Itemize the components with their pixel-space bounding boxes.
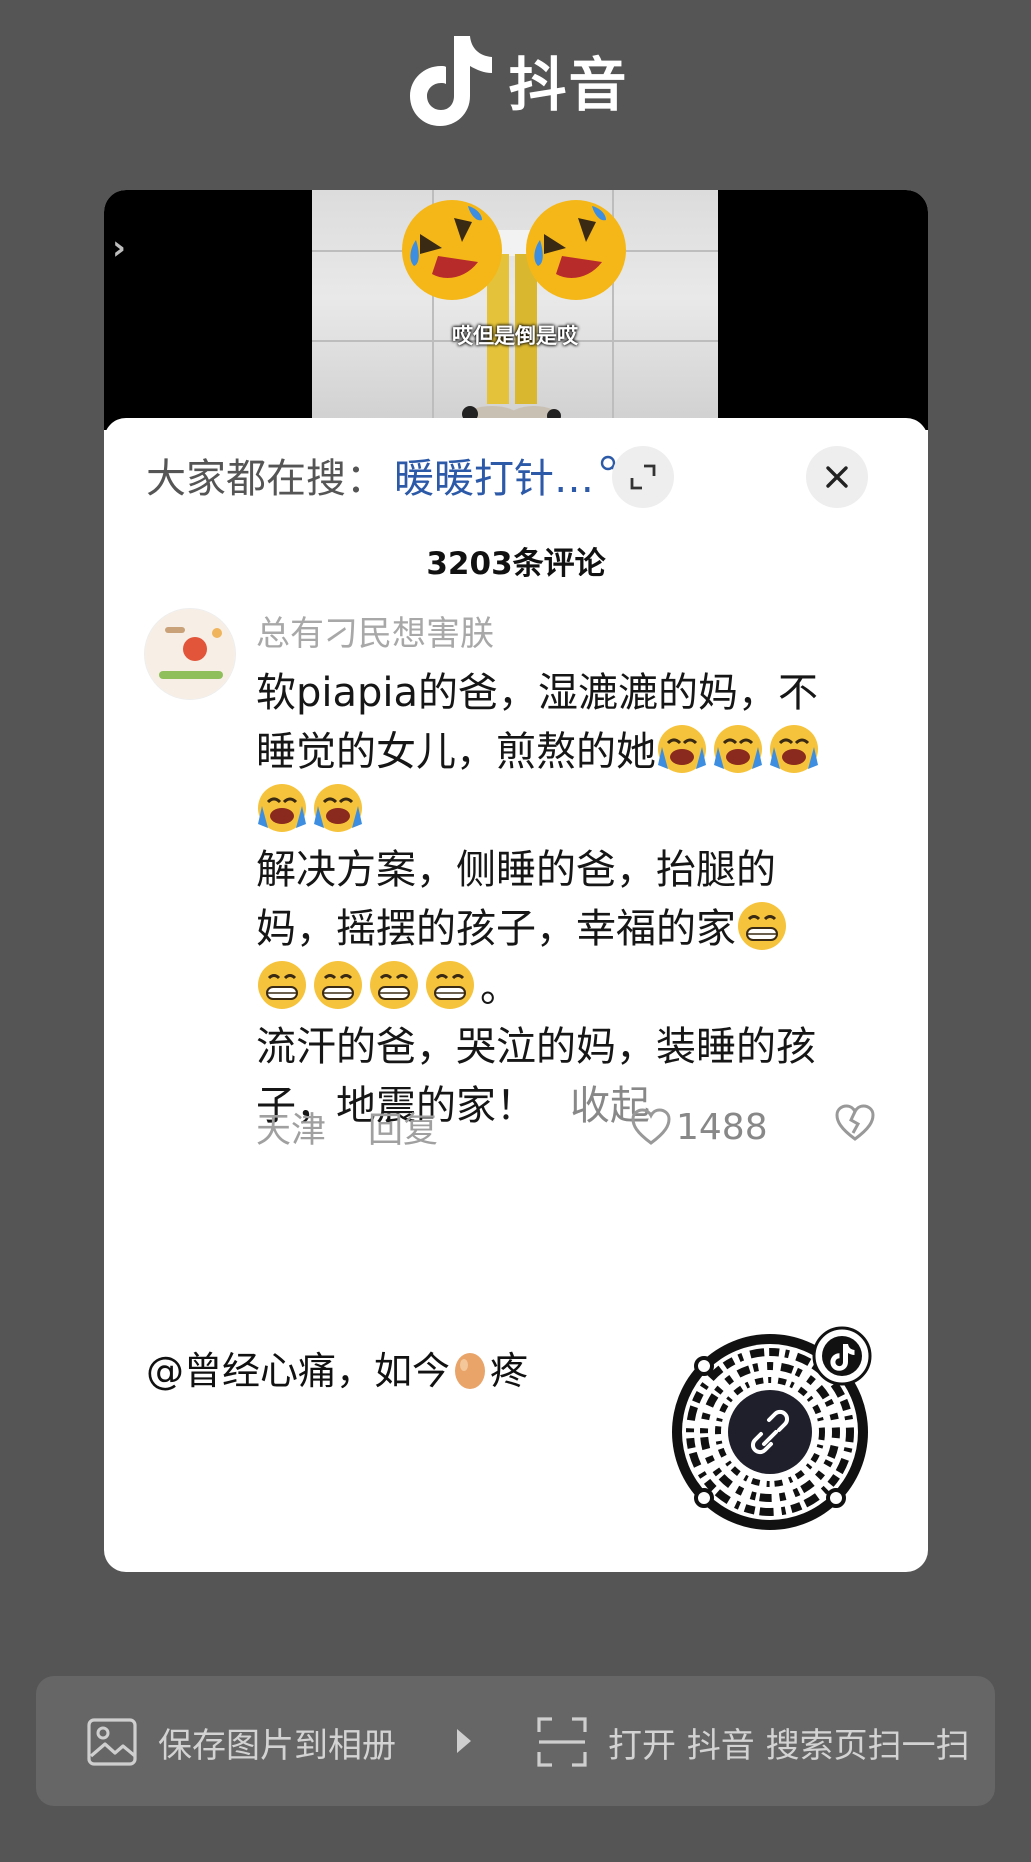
comment-line: 妈，摇摆的孩子，幸福的家 — [256, 900, 886, 959]
rolling-laughing-face-icon — [526, 200, 626, 300]
scan-icon — [537, 1717, 587, 1767]
scan-label: 打开 抖音 搜索页扫一扫 — [608, 1725, 970, 1766]
comment-line: 软piapia的爸，湿漉漉的妈，不 — [256, 670, 819, 716]
egg-icon — [455, 1352, 486, 1389]
comment-count: 3203条评论 — [426, 546, 606, 582]
avatar[interactable] — [144, 608, 236, 700]
close-button[interactable] — [806, 446, 868, 508]
chevron-right-icon: › — [112, 228, 127, 268]
heart-outline-icon — [631, 1108, 671, 1145]
expand-button[interactable] — [612, 446, 674, 508]
scan-button[interactable]: 打开 抖音 搜索页扫一扫 — [536, 1714, 970, 1770]
grinning-face-icon — [314, 961, 362, 1009]
dislike-button[interactable] — [834, 1103, 876, 1152]
share-poster: 抖音 › 哎但是倒是哎 大家都在搜： 暖暖打针… 3203条评论 总有刁民想害朕… — [0, 0, 1031, 1862]
video-frame: 哎但是倒是哎 — [312, 190, 718, 430]
save-image-label: 保存图片到相册 — [158, 1725, 396, 1766]
grinning-face-icon — [370, 961, 418, 1009]
loudly-crying-face-icon — [314, 784, 362, 832]
save-image-button[interactable]: 保存图片到相册 — [86, 1714, 396, 1770]
close-icon — [826, 466, 848, 488]
comment-line-text: 睡觉的女儿，煎熬的她 — [256, 729, 656, 775]
comment-line — [256, 782, 886, 841]
comment-location: 天津 — [256, 1110, 327, 1151]
comment-meta: 天津 回复 1488 — [256, 1100, 896, 1154]
search-term-link[interactable]: 暖暖打针… — [394, 446, 594, 504]
comment-line: 。 — [256, 959, 886, 1018]
rolling-laughing-face-icon — [402, 200, 502, 300]
action-bar: 保存图片到相册 打开 抖音 搜索页扫一扫 — [36, 1676, 995, 1806]
share-card: › 哎但是倒是哎 大家都在搜： 暖暖打针… 3203条评论 总有刁民想害朕 软p… — [104, 190, 928, 1572]
like-button[interactable]: 1488 — [630, 1107, 768, 1148]
comment-line: 睡觉的女儿，煎熬的她 — [256, 723, 886, 782]
broken-heart-icon — [835, 1103, 875, 1141]
image-icon — [87, 1718, 137, 1766]
grinning-face-icon — [738, 902, 786, 950]
reply-button[interactable]: 回复 — [368, 1102, 438, 1153]
video-caption: 哎但是倒是哎 — [452, 324, 578, 348]
comment-panel: 大家都在搜： 暖暖打针… 3203条评论 总有刁民想害朕 软piapia的爸，湿… — [104, 418, 928, 1318]
comment-line-text: 妈，摇摆的孩子，幸福的家 — [256, 906, 736, 952]
grinning-face-icon — [258, 961, 306, 1009]
loudly-crying-face-icon — [770, 725, 818, 773]
comment-line-text: 。 — [480, 965, 520, 1011]
author-mention: @曾经心痛，如今 疼 — [146, 1340, 528, 1395]
search-prefix: 大家都在搜： — [146, 456, 386, 502]
douyin-note-icon — [410, 36, 493, 126]
play-right-icon — [457, 1729, 471, 1753]
avatar-image — [145, 609, 235, 699]
qr-code-icon[interactable] — [670, 1326, 878, 1536]
trending-search[interactable]: 大家都在搜： 暖暖打针… — [146, 440, 622, 510]
comment-line: 解决方案，侧睡的爸，抬腿的 — [256, 847, 776, 893]
app-logo: 抖音 — [0, 30, 1031, 130]
like-count: 1488 — [676, 1106, 768, 1148]
video-thumbnail[interactable]: › 哎但是倒是哎 — [104, 190, 928, 430]
comment-username[interactable]: 总有刁民想害朕 — [256, 606, 494, 655]
comment-line: 流汗的爸，哭泣的妈，装睡的孩 — [256, 1024, 816, 1070]
author-mention-suffix: 疼 — [490, 1349, 529, 1393]
loudly-crying-face-icon — [714, 725, 762, 773]
loudly-crying-face-icon — [658, 725, 706, 773]
loudly-crying-face-icon — [258, 784, 306, 832]
expand-icon — [630, 464, 656, 490]
grinning-face-icon — [426, 961, 474, 1009]
brand-name: 抖音 — [508, 51, 629, 119]
author-mention-prefix: @曾经心痛，如今 — [146, 1349, 451, 1393]
comment-text: 软piapia的爸，湿漉漉的妈，不 睡觉的女儿，煎熬的她 解决方案，侧睡的爸，抬… — [256, 664, 886, 1136]
